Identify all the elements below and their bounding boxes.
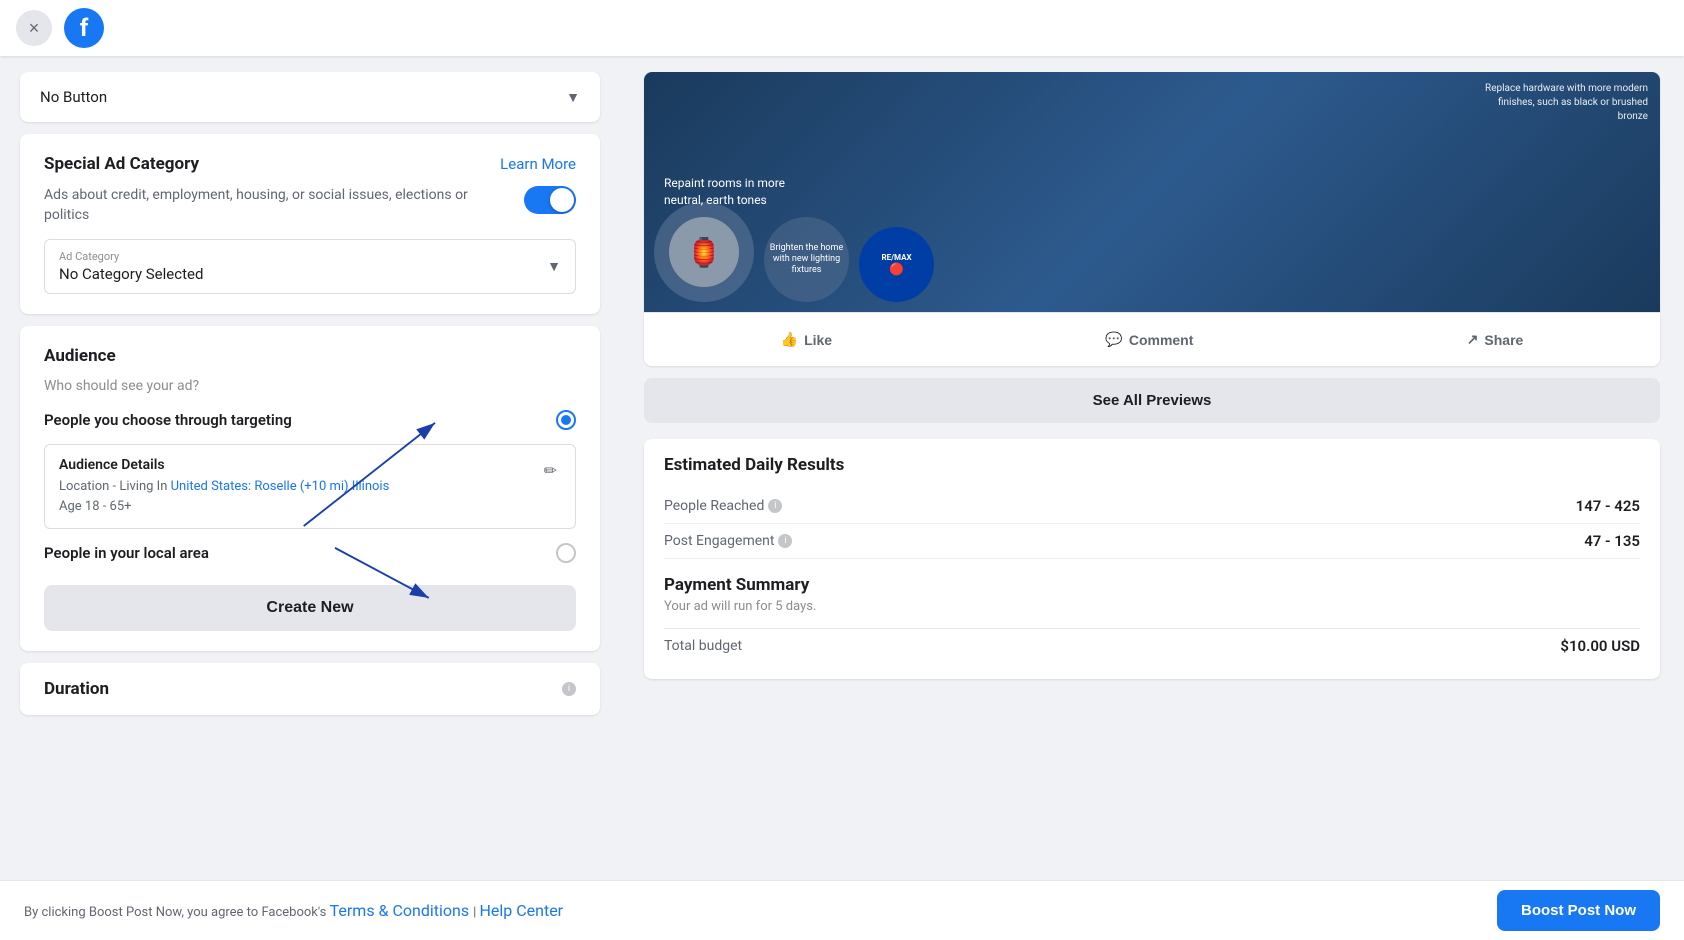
post-engagement-label: Post Engagement i [664,533,792,549]
special-ad-category-header: Special Ad Category Learn More [44,154,576,174]
results-section: Estimated Daily Results People Reached i… [644,439,1660,679]
create-new-button[interactable]: Create New [44,585,576,631]
audience-header: Audience [44,346,576,366]
audience-title: Audience [44,346,116,366]
duration-title: Duration [44,679,109,699]
total-budget-row: Total budget $10.00 USD [664,628,1640,663]
remax-balloon: 🔴 [881,262,911,276]
ad-text-2: Brighten the home with new lighting fixt… [764,243,849,275]
local-area-label: People in your local area [44,544,209,562]
post-engagement-row: Post Engagement i 47 - 135 [664,524,1640,559]
left-panel: No Button ▼ Special Ad Category Learn Mo… [0,56,620,940]
ad-circle-1: 🏮 [654,202,754,302]
estimated-results-title: Estimated Daily Results [664,455,1640,475]
terms-conditions-link[interactable]: Terms & Conditions [330,901,470,920]
duration-info-icon[interactable]: i [562,682,576,696]
people-reached-value: 147 - 425 [1576,497,1640,515]
local-area-option[interactable]: People in your local area [44,543,576,563]
top-bar: × f [0,0,1684,56]
no-button-dropdown-arrow[interactable]: ▼ [566,89,580,106]
audience-location: Location - Living In United States: Rose… [59,477,389,497]
total-budget-label: Total budget [664,638,742,654]
payment-section: Payment Summary Your ad will run for 5 d… [664,575,1640,663]
ad-preview-card: Replace hardware with more modern finish… [644,72,1660,366]
ad-category-dropdown[interactable]: Ad Category No Category Selected ▼ [44,239,576,294]
people-reached-info[interactable]: i [768,499,782,513]
preview-actions: 👍 Like 💬 Comment ↗ Share [644,312,1660,366]
like-icon: 👍 [781,331,798,348]
ad-category-value: No Category Selected [59,265,203,283]
share-icon: ↗ [1467,331,1479,348]
no-button-label: No Button [40,88,107,106]
like-button[interactable]: 👍 Like [769,325,844,354]
special-ad-toggle[interactable] [524,186,576,214]
ad-circle-2: Brighten the home with new lighting fixt… [764,217,849,302]
bottom-bar-text: By clicking Boost Post Now, you agree to… [24,905,330,920]
people-reached-label: People Reached i [664,498,782,514]
post-engagement-info[interactable]: i [778,534,792,548]
targeting-label: People you choose through targeting [44,411,292,429]
ad-category-label: Ad Category [59,250,203,263]
ad-circle-2-content: Brighten the home with new lighting fixt… [764,243,849,275]
ad-center-text: Repaint rooms in more neutral, earth ton… [664,175,814,209]
people-reached-text: People Reached [664,498,764,514]
like-label: Like [804,332,832,348]
audience-card: Audience Who should see your ad? People … [20,326,600,651]
toggle-row: Ads about credit, employment, housing, o… [44,186,576,225]
edit-audience-button[interactable]: ✏ [540,457,561,485]
location-prefix: Location - Living In [59,479,171,494]
comment-icon: 💬 [1105,331,1122,348]
targeting-radio[interactable] [556,410,576,430]
remax-text: RE/MAX [881,253,911,262]
audience-details-title: Audience Details [59,457,389,473]
bottom-bar-text-container: By clicking Boost Post Now, you agree to… [24,901,563,920]
special-ad-category-card: Special Ad Category Learn More Ads about… [20,134,600,314]
special-ad-category-title: Special Ad Category [44,154,199,174]
bottom-bar: By clicking Boost Post Now, you agree to… [0,880,1684,940]
payment-subtitle: Your ad will run for 5 days. [664,599,1640,614]
comment-label: Comment [1129,332,1194,348]
duration-card: Duration i [20,663,600,715]
local-area-radio[interactable] [556,543,576,563]
audience-subtitle: Who should see your ad? [44,378,576,394]
help-center-link[interactable]: Help Center [479,901,563,920]
audience-age: Age 18 - 65+ [59,497,389,517]
audience-details-content: Audience Details Location - Living In Un… [59,457,389,516]
comment-button[interactable]: 💬 Comment [1093,325,1205,354]
no-button-card: No Button ▼ [20,72,600,122]
facebook-logo: f [64,8,104,48]
ad-circle-1-inner: 🏮 [669,217,739,287]
audience-details-box: Audience Details Location - Living In Un… [44,444,576,529]
ad-category-arrow: ▼ [547,258,561,275]
ad-category-dropdown-content: Ad Category No Category Selected [59,250,203,283]
payment-title: Payment Summary [664,575,1640,595]
share-label: Share [1484,332,1523,348]
post-engagement-value: 47 - 135 [1584,532,1640,550]
location-link[interactable]: United States: Roselle (+10 mi) Illinois [171,479,390,494]
toggle-label: Ads about credit, employment, housing, o… [44,186,508,225]
learn-more-link[interactable]: Learn More [500,155,576,173]
remax-logo-content: RE/MAX 🔴 [881,253,911,276]
remax-logo: RE/MAX 🔴 [859,227,934,302]
close-button[interactable]: × [16,10,52,46]
ad-circles: 🏮 Brighten the home with new lighting fi… [654,202,934,302]
targeting-option[interactable]: People you choose through targeting [44,410,576,430]
share-button[interactable]: ↗ Share [1455,325,1536,354]
people-reached-row: People Reached i 147 - 425 [664,489,1640,524]
total-budget-value: $10.00 USD [1560,637,1640,655]
main-container: No Button ▼ Special Ad Category Learn Mo… [0,0,1684,940]
right-panel: Replace hardware with more modern finish… [620,56,1684,940]
post-engagement-text: Post Engagement [664,533,774,549]
ad-overlay-text: Replace hardware with more modern finish… [1478,82,1648,124]
ad-preview-image: Replace hardware with more modern finish… [644,72,1660,312]
boost-post-now-button[interactable]: Boost Post Now [1497,890,1660,931]
see-all-previews-button[interactable]: See All Previews [644,378,1660,423]
